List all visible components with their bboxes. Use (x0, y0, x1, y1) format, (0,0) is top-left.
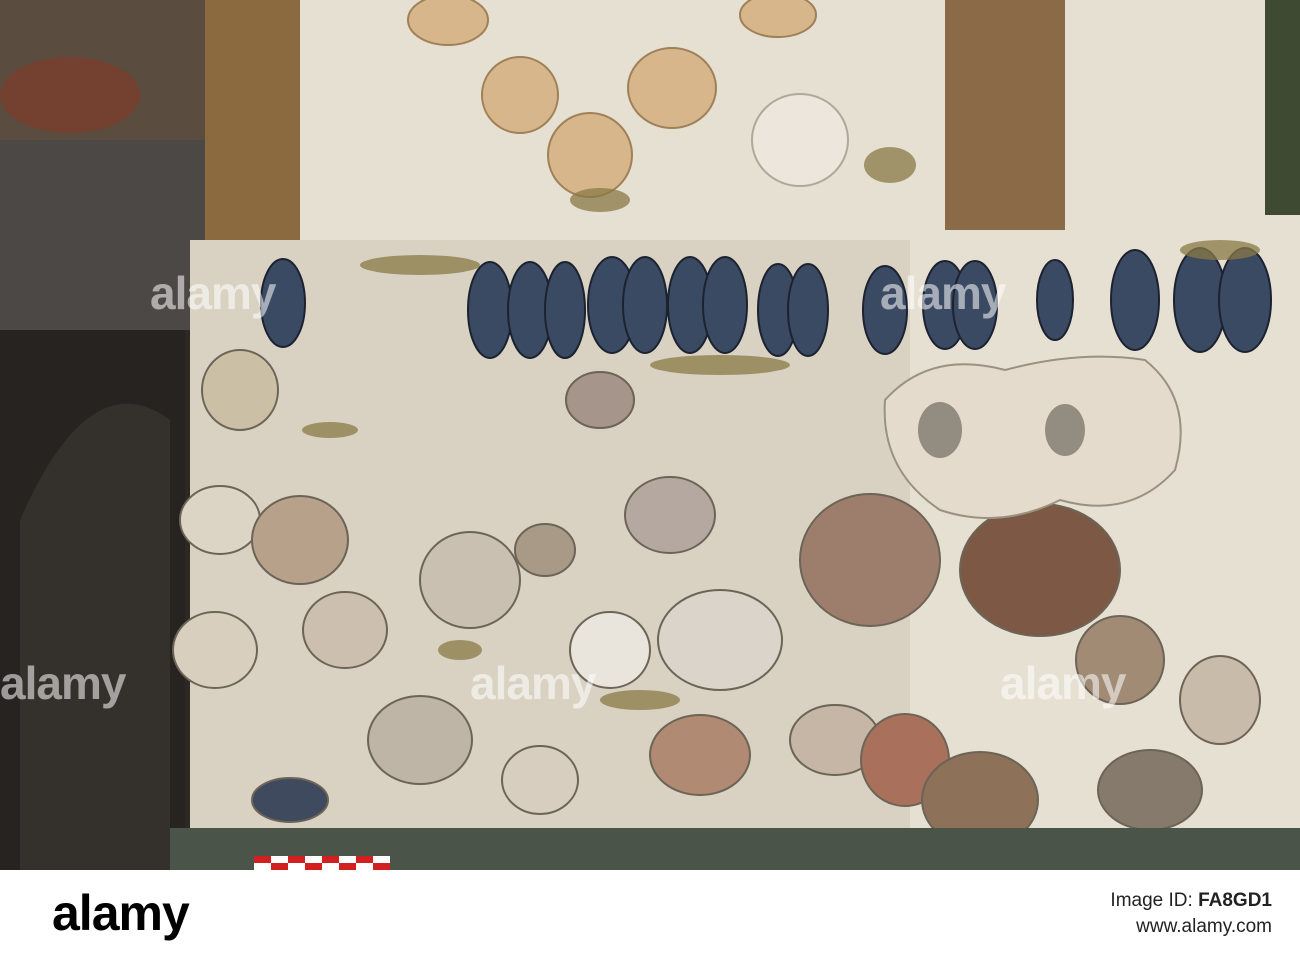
alamy-logo: alamy (52, 885, 190, 941)
stock-photo-page: alamy alamy alamy alamy alamy alamy Imag… (0, 0, 1300, 959)
footer-meta: Image ID: FA8GD1 www.alamy.com (1110, 888, 1272, 940)
alamy-url: www.alamy.com (1136, 916, 1272, 937)
colour-scale-bar (254, 856, 390, 870)
shell-grotto-photo (0, 0, 1300, 870)
footer-bar: alamy Image ID: FA8GD1 www.alamy.com (0, 870, 1300, 959)
image-id: FA8GD1 (1198, 890, 1272, 911)
image-id-label: Image ID: (1110, 890, 1193, 911)
photo: alamy alamy alamy alamy alamy (0, 0, 1300, 870)
wooden-pilaster (205, 0, 310, 245)
